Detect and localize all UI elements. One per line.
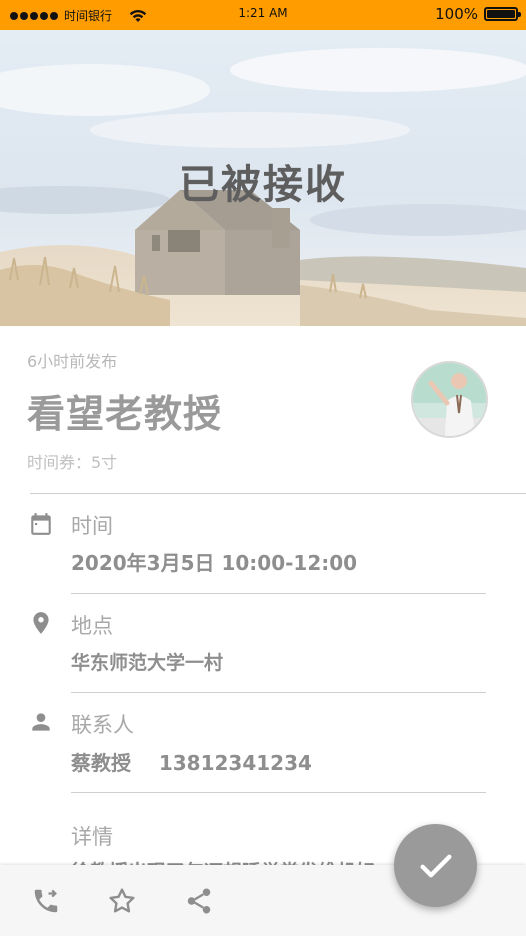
battery-icon (484, 7, 521, 21)
time-value: 2020年3月5日 10:00-12:00 (71, 551, 358, 575)
share-icon (187, 888, 211, 914)
divider (71, 593, 486, 594)
location-value: 华东师范大学一村 (71, 652, 224, 674)
status-bar: 时间银行 1:21 AM 100% (0, 0, 526, 30)
phone-forward-icon (34, 889, 58, 913)
description-label: 详情 (71, 825, 113, 849)
avatar[interactable] (411, 361, 488, 438)
avatar-image (413, 363, 486, 436)
favorite-button[interactable] (104, 883, 140, 919)
battery-percent: 100% (435, 5, 478, 23)
calendar-icon (31, 513, 51, 535)
header-divider (30, 493, 526, 494)
person-icon (32, 713, 50, 731)
hero-banner: 已被接收 (0, 30, 526, 326)
task-title: 看望老教授 (27, 392, 223, 436)
divider (71, 792, 486, 793)
posted-time: 6小时前发布 (27, 352, 118, 371)
contact-value[interactable]: 蔡教授 13812341234 (71, 747, 312, 776)
hero-title: 已被接收 (179, 162, 347, 208)
phone-forward-button[interactable] (28, 883, 64, 919)
time-label: 时间 (71, 514, 113, 538)
contact-label: 联系人 (71, 713, 134, 737)
share-button[interactable] (181, 883, 217, 919)
divider (71, 692, 486, 693)
location-pin-icon (33, 612, 49, 634)
time-voucher: 时间券：5寸 (27, 453, 118, 472)
check-icon (420, 854, 451, 877)
accept-fab-button[interactable] (394, 824, 477, 907)
star-icon (109, 888, 135, 913)
location-label: 地点 (71, 614, 113, 638)
